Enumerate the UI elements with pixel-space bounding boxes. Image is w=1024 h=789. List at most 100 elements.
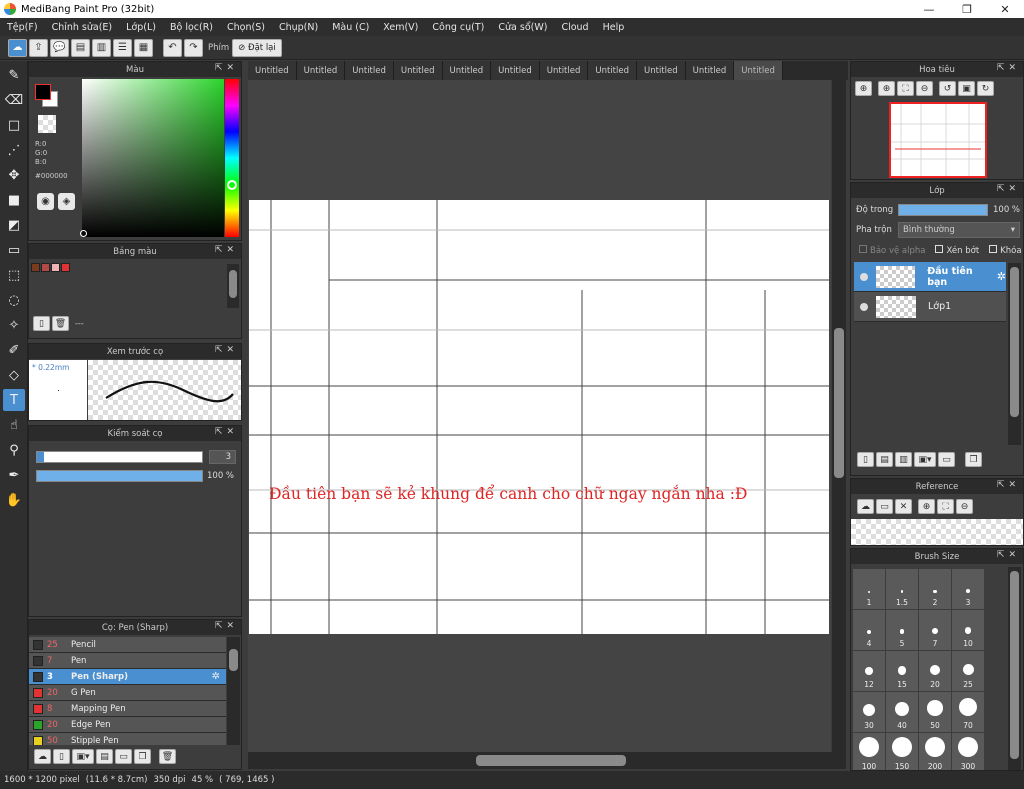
document-tab[interactable]: Untitled <box>685 61 735 80</box>
redo-icon[interactable]: ↷ <box>184 38 203 57</box>
palette-settings-icon[interactable]: ◈ <box>58 193 75 210</box>
document-tab[interactable]: Untitled <box>539 61 589 80</box>
menu-snap[interactable]: Chụp(N) <box>272 22 325 33</box>
palette-icon[interactable]: ◉ <box>37 193 54 210</box>
gear-icon[interactable]: ✲ <box>212 671 220 682</box>
brush-tool-icon[interactable]: ✎ <box>3 64 25 86</box>
foreground-color-swatch[interactable] <box>35 84 51 100</box>
close-button[interactable]: ✕ <box>986 0 1024 18</box>
brush-size-cell[interactable]: 40 <box>886 692 918 732</box>
brush-list-item[interactable]: 3 Pen (Sharp) ✲ <box>29 669 226 685</box>
brush-size-cell[interactable]: 1 <box>853 569 885 609</box>
cloud-icon[interactable]: ☁ <box>8 38 27 57</box>
canvas-text[interactable]: Đầu tiên bạn sẽ kẻ khung để canh cho chữ… <box>269 485 829 503</box>
panel-controls-icon[interactable]: ⇱✕ <box>215 63 238 73</box>
reference-zoom-out-icon[interactable]: ⊖ <box>956 499 973 514</box>
layer-folder-icon[interactable]: ▭ <box>938 452 955 467</box>
brush-size-cell[interactable]: 15 <box>886 651 918 691</box>
new-halftone-layer-icon[interactable]: ▤ <box>876 452 893 467</box>
zoom-in-icon[interactable]: ⊕ <box>878 81 895 96</box>
brush-list-item[interactable]: 20 G Pen <box>29 685 226 701</box>
duplicate-layer-icon[interactable]: ❐ <box>965 452 982 467</box>
menu-layer[interactable]: Lớp(L) <box>119 22 163 33</box>
document-tab[interactable]: Untitled <box>734 61 783 80</box>
document-tab[interactable]: Untitled <box>588 61 637 80</box>
select-pen-tool-icon[interactable]: ✐ <box>3 339 25 361</box>
rotate-right-icon[interactable]: ↻ <box>977 81 994 96</box>
add-brush-icon[interactable]: ▯ <box>53 749 70 764</box>
brush-size-cell[interactable]: 150 <box>886 733 918 770</box>
document-tab[interactable]: Untitled <box>345 61 394 80</box>
panel-controls-icon[interactable]: ⇱✕ <box>997 550 1020 560</box>
eyedropper-tool-icon[interactable]: ⚲ <box>3 439 25 461</box>
color-saturation-square[interactable] <box>82 79 224 237</box>
brush-size-cell[interactable]: 50 <box>919 692 951 732</box>
lasso-tool-icon[interactable]: ◌ <box>3 289 25 311</box>
close-reference-icon[interactable]: ✕ <box>895 499 912 514</box>
document-tab[interactable]: Untitled <box>442 61 492 80</box>
brush-size-cell[interactable]: 10 <box>952 610 984 650</box>
actual-size-icon[interactable]: ▣ <box>958 81 975 96</box>
add-brush-dropdown-icon[interactable]: ▣▾ <box>72 749 94 764</box>
rectangle-tool-icon[interactable]: □ <box>3 114 25 136</box>
eye-icon[interactable] <box>860 272 868 281</box>
panel-controls-icon[interactable]: ⇱✕ <box>215 621 238 631</box>
minimize-button[interactable]: — <box>910 0 948 18</box>
document-icon[interactable]: ▥ <box>92 38 111 57</box>
list-icon[interactable]: ☰ <box>113 38 132 57</box>
palette-swatch[interactable] <box>31 263 40 272</box>
brush-size-cell[interactable]: 1.5 <box>886 569 918 609</box>
undo-icon[interactable]: ↶ <box>163 38 182 57</box>
canvas-vertical-scrollbar[interactable] <box>832 80 846 752</box>
document-tab[interactable]: Untitled <box>637 61 686 80</box>
add-layer-dropdown-icon[interactable]: ▣▾ <box>914 452 936 467</box>
text-tool-icon[interactable]: T <box>3 389 25 411</box>
palette-swatch[interactable] <box>61 263 70 272</box>
eraser-tool-icon[interactable]: ⌫ <box>3 89 25 111</box>
menu-window[interactable]: Cửa sổ(W) <box>491 22 554 33</box>
menu-select[interactable]: Chọn(S) <box>220 22 272 33</box>
share-icon[interactable]: ⇪ <box>29 38 48 57</box>
reference-zoom-in-icon[interactable]: ⊕ <box>918 499 935 514</box>
select-tool-icon[interactable]: ⬚ <box>3 264 25 286</box>
navigator-thumbnail[interactable] <box>889 102 987 178</box>
brush-size-value[interactable]: 3 <box>209 450 236 464</box>
delete-brush-icon[interactable]: 🗑 <box>159 749 176 764</box>
open-reference-icon[interactable]: ▭ <box>876 499 893 514</box>
protect-alpha-checkbox[interactable]: Bảo vệ alpha <box>859 245 925 256</box>
brush-size-cell[interactable]: 30 <box>853 692 885 732</box>
reset-button[interactable]: ⊘ Đặt lại <box>232 38 282 57</box>
canvas-horizontal-scrollbar[interactable] <box>248 752 846 769</box>
brush-opacity-slider[interactable] <box>36 470 203 482</box>
brush-size-cell[interactable]: 25 <box>952 651 984 691</box>
cloud-reference-icon[interactable]: ☁ <box>857 499 874 514</box>
brush-list-item[interactable]: 25 Pencil <box>29 637 226 653</box>
menu-view[interactable]: Xem(V) <box>376 22 425 33</box>
brush-list-scrollbar[interactable] <box>227 637 240 745</box>
select-eraser-tool-icon[interactable]: ◇ <box>3 364 25 386</box>
menu-help[interactable]: Help <box>596 22 632 33</box>
operation-tool-icon[interactable]: ☝ <box>3 414 25 436</box>
rotate-left-icon[interactable]: ↺ <box>939 81 956 96</box>
brush-list-item[interactable]: 7 Pen <box>29 653 226 669</box>
blend-mode-select[interactable]: Bình thường ▾ <box>898 222 1020 238</box>
gradient-tool-icon[interactable]: ▭ <box>3 239 25 261</box>
speech-bubble-icon[interactable]: 💬 <box>50 38 69 57</box>
gear-icon[interactable]: ✲ <box>997 270 1006 283</box>
move-tool-icon[interactable]: ✥ <box>3 164 25 186</box>
new-palette-icon[interactable]: ▯ <box>33 316 50 331</box>
fill-rect-tool-icon[interactable]: ■ <box>3 189 25 211</box>
reference-fit-icon[interactable]: ⛶ <box>937 499 954 514</box>
brush-size-cell[interactable]: 7 <box>919 610 951 650</box>
comment-icon[interactable]: ▤ <box>71 38 90 57</box>
layer-row[interactable]: Đầu tiên bạn ✲ <box>854 262 1006 292</box>
brush-size-cell[interactable]: 300 <box>952 733 984 770</box>
brush-list-item[interactable]: 8 Mapping Pen <box>29 701 226 717</box>
brush-size-cell[interactable]: 20 <box>919 651 951 691</box>
brush-size-cell[interactable]: 200 <box>919 733 951 770</box>
dot-tool-icon[interactable]: ⋰ <box>3 139 25 161</box>
palette-scrollbar[interactable] <box>227 264 239 308</box>
panel-controls-icon[interactable]: ⇱✕ <box>215 427 238 437</box>
reference-view[interactable] <box>851 519 1023 545</box>
brush-size-cell[interactable]: 70 <box>952 692 984 732</box>
